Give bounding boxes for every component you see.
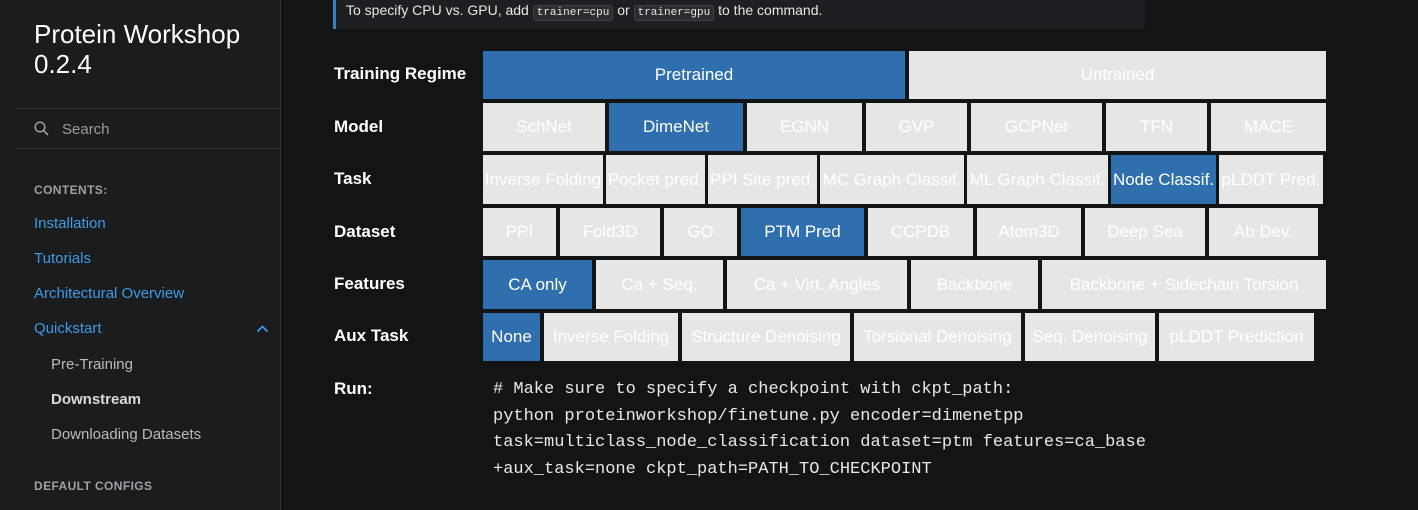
- sidebar-item-downloading-datasets[interactable]: Downloading Datasets: [51, 426, 201, 443]
- option-backbone[interactable]: Backbone: [911, 260, 1038, 309]
- row-label-dataset: Dataset: [334, 222, 396, 241]
- option-ppi-site-pred[interactable]: PPI Site pred.: [708, 155, 817, 204]
- option-plddt-prediction[interactable]: pLDDT Prediction: [1159, 313, 1314, 361]
- option-inverse-folding[interactable]: Inverse Folding: [483, 155, 603, 204]
- row-label-aux-task: Aux Task: [334, 326, 409, 345]
- inline-code-cpu: trainer=cpu: [532, 5, 614, 21]
- option-deep-sea[interactable]: Deep Sea: [1085, 208, 1205, 256]
- row-label-model: Model: [334, 117, 384, 136]
- search-icon: [34, 121, 49, 136]
- option-mc-graph-classif[interactable]: MC Graph Classif.: [820, 155, 964, 204]
- site-title[interactable]: Protein Workshop 0.2.4: [34, 19, 264, 79]
- option-dimenet[interactable]: DimeNet: [609, 103, 743, 151]
- main-content: To specify CPU vs. GPU, add trainer=cpu …: [281, 0, 1418, 510]
- search-box[interactable]: [16, 108, 280, 149]
- row-training-regime: Pretrained Untrained: [483, 51, 1326, 99]
- option-ppi[interactable]: PPI: [483, 208, 556, 256]
- option-gcpnet[interactable]: GCPNet: [971, 103, 1102, 151]
- sidebar-item-downstream[interactable]: Downstream: [51, 391, 141, 408]
- option-untrained[interactable]: Untrained: [909, 51, 1326, 99]
- option-ptm-pred[interactable]: PTM Pred: [741, 208, 864, 256]
- option-node-classif[interactable]: Node Classif.: [1111, 155, 1216, 204]
- sidebar-item-quickstart[interactable]: Quickstart: [34, 320, 102, 337]
- row-label-features: Features: [334, 274, 405, 293]
- option-structure-denoising[interactable]: Structure Denoising: [682, 313, 850, 361]
- option-ca-seq[interactable]: Ca + Seq.: [596, 260, 723, 309]
- row-label-training-regime: Training Regime: [334, 64, 467, 83]
- inline-code-gpu: trainer=gpu: [633, 5, 715, 21]
- option-plddt-pred[interactable]: pLDDT Pred.: [1219, 155, 1323, 204]
- sidebar-item-architectural-overview[interactable]: Architectural Overview: [34, 285, 184, 302]
- option-none[interactable]: None: [483, 313, 540, 361]
- option-pretrained[interactable]: Pretrained: [483, 51, 905, 99]
- default-configs-caption: DEFAULT CONFIGS: [34, 479, 153, 493]
- option-ca-virt-angles[interactable]: Ca + Virt. Angles: [727, 260, 907, 309]
- admonition-note: To specify CPU vs. GPU, add trainer=cpu …: [333, 0, 1145, 29]
- option-seq-denoising[interactable]: Seq. Denoising: [1025, 313, 1155, 361]
- row-features: CA only Ca + Seq. Ca + Virt. Angles Back…: [483, 260, 1326, 309]
- option-torsional-denoising[interactable]: Torsional Denoising: [854, 313, 1021, 361]
- sidebar-item-installation[interactable]: Installation: [34, 215, 106, 232]
- sidebar-item-pre-training[interactable]: Pre-Training: [51, 356, 133, 373]
- chevron-up-icon[interactable]: [256, 324, 269, 333]
- option-tfn[interactable]: TFN: [1106, 103, 1207, 151]
- row-model: SchNet DimeNet EGNN GVP GCPNet TFN MACE: [483, 103, 1326, 151]
- row-label-task: Task: [334, 169, 372, 188]
- row-task: Inverse Folding Pocket pred. PPI Site pr…: [483, 155, 1326, 204]
- option-go[interactable]: GO: [664, 208, 737, 256]
- option-ca-only[interactable]: CA only: [483, 260, 592, 309]
- sidebar-item-tutorials[interactable]: Tutorials: [34, 250, 91, 267]
- run-command: # Make sure to specify a checkpoint with…: [493, 380, 1146, 479]
- search-input[interactable]: [60, 118, 264, 140]
- row-aux-task: None Inverse Folding Structure Denoising…: [483, 313, 1326, 361]
- sidebar: Protein Workshop 0.2.4 CONTENTS: Install…: [0, 0, 281, 510]
- option-ml-graph-classif[interactable]: ML Graph Classif.: [967, 155, 1108, 204]
- option-schnet[interactable]: SchNet: [483, 103, 605, 151]
- row-dataset: PPI Fold3D GO PTM Pred CCPDB Atom3D Deep…: [483, 208, 1326, 256]
- option-aux-inverse-folding[interactable]: Inverse Folding: [544, 313, 678, 361]
- contents-caption: CONTENTS:: [34, 183, 108, 197]
- option-pocket-pred[interactable]: Pocket pred.: [606, 155, 705, 204]
- row-label-run: Run:: [334, 379, 373, 398]
- admonition-text: To specify CPU vs. GPU, add trainer=cpu …: [346, 2, 823, 21]
- admonition-middle: or: [617, 2, 630, 18]
- admonition-prefix: To specify CPU vs. GPU, add: [346, 2, 529, 18]
- admonition-suffix: to the command.: [718, 2, 823, 18]
- option-backbone-sidechain-torsion[interactable]: Backbone + Sidechain Torsion: [1042, 260, 1326, 309]
- option-egnn[interactable]: EGNN: [747, 103, 862, 151]
- option-mace[interactable]: MACE: [1211, 103, 1326, 151]
- option-atom3d[interactable]: Atom3D: [977, 208, 1081, 256]
- option-fold3d[interactable]: Fold3D: [560, 208, 660, 256]
- option-gvp[interactable]: GVP: [866, 103, 967, 151]
- option-ccpdb[interactable]: CCPDB: [868, 208, 973, 256]
- option-ab-dev[interactable]: Ab Dev.: [1209, 208, 1318, 256]
